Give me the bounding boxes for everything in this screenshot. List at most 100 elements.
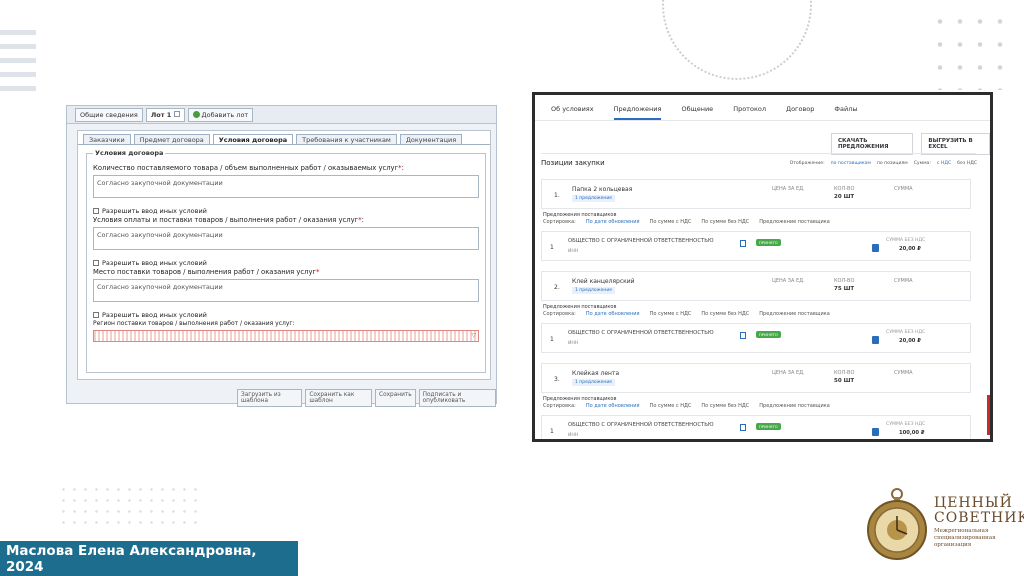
status-badge: ПРИНЯТО (756, 239, 781, 246)
sort-label: Сортировка: (543, 403, 576, 409)
region-select[interactable]: ▽ (93, 330, 479, 342)
form-body: Заказчики Предмет договора Условия догов… (77, 130, 491, 380)
field-label-quantity: Количество поставляемого товара / объем … (93, 164, 404, 172)
allow-other-conditions-checkbox-2[interactable]: Разрешить ввод иных условий (93, 259, 479, 267)
sort-by-date[interactable]: По дате обновления (586, 311, 640, 317)
tab-documentation[interactable]: Документация (399, 134, 463, 144)
offer-count-badge[interactable]: 1 предложение (572, 287, 616, 294)
offer-number: 1 (550, 244, 554, 251)
payment-textarea[interactable]: Согласно закупочной документации (93, 227, 479, 250)
quantity-textarea[interactable]: Согласно закупочной документации (93, 175, 479, 198)
place-textarea[interactable]: Согласно закупочной документации (93, 279, 479, 302)
offers-actions: СКАЧАТЬ ПРЕДЛОЖЕНИЯ ВЫГРУЗИТЬ В EXCEL (831, 133, 990, 155)
position-name: Клейкая лента (572, 370, 620, 377)
display-filters: Отображение: по поставщикам по позициям … (789, 160, 977, 166)
allow-other-conditions-checkbox-1[interactable]: Разрешить ввод иных условий (93, 207, 479, 215)
tab-customers[interactable]: Заказчики (83, 134, 131, 144)
calculator-icon[interactable] (872, 244, 879, 252)
tab-lot-1[interactable]: Лот 1 (145, 107, 185, 122)
dropdown-icon: ▽ (471, 332, 476, 339)
qty-value: 50 ШТ (834, 378, 855, 384)
decor-lines (0, 30, 36, 100)
filter-by-position[interactable]: по позициям (877, 161, 908, 166)
add-lot-button[interactable]: Добавить лот (187, 107, 254, 122)
offers-title: Предложения поставщиков (543, 304, 617, 310)
logo-subtitle: Межрегиональная специализированная орган… (934, 528, 996, 548)
form-tabs: Заказчики Предмет договора Условия догов… (78, 131, 490, 145)
filter-with-vat[interactable]: с НДС (937, 161, 951, 166)
pocket-watch-logo-icon (867, 488, 927, 560)
tab-files[interactable]: Файлы (834, 105, 857, 120)
sum-header: СУММА (894, 278, 913, 284)
document-icon[interactable] (740, 424, 746, 431)
calculator-icon[interactable] (872, 428, 879, 436)
sort-by-sum-novat[interactable]: По сумме без НДС (701, 219, 749, 225)
sort-by-sum-vat[interactable]: По сумме с НДС (650, 403, 692, 409)
fieldset-legend: Условия договора (93, 149, 166, 157)
tab-general[interactable]: Общие сведения (75, 107, 143, 122)
sort-by-sum-vat[interactable]: По сумме с НДС (650, 219, 692, 225)
save-template-button[interactable]: Сохранить как шаблон (305, 389, 373, 407)
supplier-offer-row[interactable]: 1 ОБЩЕСТВО С ОГРАНИЧЕННОЙ ОТВЕТСТВЕННОСТЬ… (541, 323, 971, 353)
tab-participant-requirements[interactable]: Требования к участникам (296, 134, 397, 144)
download-offers-button[interactable]: СКАЧАТЬ ПРЕДЛОЖЕНИЯ (831, 133, 914, 155)
position-number: 1. (554, 192, 560, 199)
purchase-offers-panel: Об условиях Предложения Общение Протокол… (532, 92, 993, 442)
supplier-offer-row[interactable]: 1 ОБЩЕСТВО С ОГРАНИЧЕННОЙ ОТВЕТСТВЕННОСТЬ… (541, 415, 971, 439)
calculator-icon[interactable] (872, 336, 879, 344)
offer-count-badge[interactable]: 1 предложение (572, 379, 616, 386)
sort-by-date[interactable]: По дате обновления (586, 403, 640, 409)
price-header: ЦЕНА ЗА ЕД. (772, 278, 805, 284)
price-header: ЦЕНА ЗА ЕД. (772, 370, 805, 376)
supplier-inn: ИНН (568, 433, 579, 438)
sum-without-vat-value: 20,00 ₽ (899, 338, 921, 344)
offers-title: Предложения поставщиков (543, 212, 617, 218)
sort-by-sum-vat[interactable]: По сумме с НДС (650, 311, 692, 317)
document-icon[interactable] (740, 240, 746, 247)
tab-conditions[interactable]: Об условиях (551, 105, 594, 120)
logo-line-1: ЦЕННЫЙ (934, 495, 1013, 511)
tab-communication[interactable]: Общение (681, 105, 713, 120)
offer-number: 1 (550, 336, 554, 343)
filter-by-supplier[interactable]: по поставщикам (831, 161, 871, 166)
status-badge: ПРИНЯТО (756, 331, 781, 338)
offer-count-badge[interactable]: 1 предложение (572, 195, 616, 202)
position-row[interactable]: 1. Папка 2 кольцевая 1 предложение ЦЕНА ЗА … (541, 179, 971, 209)
position-row[interactable]: 2. Клей канцелярский 1 предложение ЦЕНА ЗА … (541, 271, 971, 301)
tab-contract[interactable]: Договор (786, 105, 814, 120)
document-icon[interactable] (740, 332, 746, 339)
position-number: 3. (554, 376, 560, 383)
supplier-offer-row[interactable]: 1 ОБЩЕСТВО С ОГРАНИЧЕННОЙ ОТВЕТСТВЕННОСТЬ… (541, 231, 971, 261)
field-label-payment: Условия оплаты и поставки товаров / выпо… (93, 216, 364, 224)
filter-without-vat[interactable]: без НДС (957, 161, 977, 166)
sort-by-sum-novat[interactable]: По сумме без НДС (701, 403, 749, 409)
tab-protocol[interactable]: Протокол (733, 105, 766, 120)
sort-label: Сортировка: (543, 311, 576, 317)
field-label-place: Место поставки товаров / выполнения рабо… (93, 268, 320, 276)
load-template-button[interactable]: Загрузить из шаблона (237, 389, 303, 407)
save-button[interactable]: Сохранить (375, 389, 416, 407)
position-name: Папка 2 кольцевая (572, 186, 633, 193)
supplier-inn: ИНН (568, 341, 579, 346)
scrollbar[interactable] (987, 395, 990, 435)
tab-contract-subject[interactable]: Предмет договора (133, 134, 210, 144)
qty-value: 20 ШТ (834, 194, 855, 200)
author-caption: Маслова Елена Александровна, 2024 (0, 541, 298, 576)
export-excel-button[interactable]: ВЫГРУЗИТЬ В EXCEL (921, 133, 990, 155)
sort-by-date[interactable]: По дате обновления (586, 219, 640, 225)
close-icon[interactable] (173, 110, 180, 117)
tab-contract-conditions[interactable]: Условия договора (212, 134, 294, 144)
supplier-offer-header: Предложение поставщика (759, 403, 830, 409)
section-title: Позиции закупки (541, 159, 605, 167)
tab-offers[interactable]: Предложения (613, 105, 662, 120)
sort-by-sum-novat[interactable]: По сумме без НДС (701, 311, 749, 317)
position-row[interactable]: 3. Клейкая лента 1 предложение ЦЕНА ЗА ЕД. К… (541, 363, 971, 393)
allow-other-conditions-checkbox-3[interactable]: Разрешить ввод иных условий (93, 311, 479, 319)
sum-without-vat-label: СУММА БЕЗ НДС (886, 330, 926, 335)
supplier-name: ОБЩЕСТВО С ОГРАНИЧЕННОЙ ОТВЕТСТВЕННОСТЬЮ (568, 422, 714, 428)
sign-publish-button[interactable]: Подписать и опубликовать (418, 389, 497, 407)
positions-header: Позиции закупки Отображение: по поставщи… (541, 159, 977, 167)
logo-line-2: СОВЕТНИК (934, 510, 1024, 526)
sum-without-vat-value: 20,00 ₽ (899, 246, 921, 252)
supplier-offer-header: Предложение поставщика (759, 219, 830, 225)
